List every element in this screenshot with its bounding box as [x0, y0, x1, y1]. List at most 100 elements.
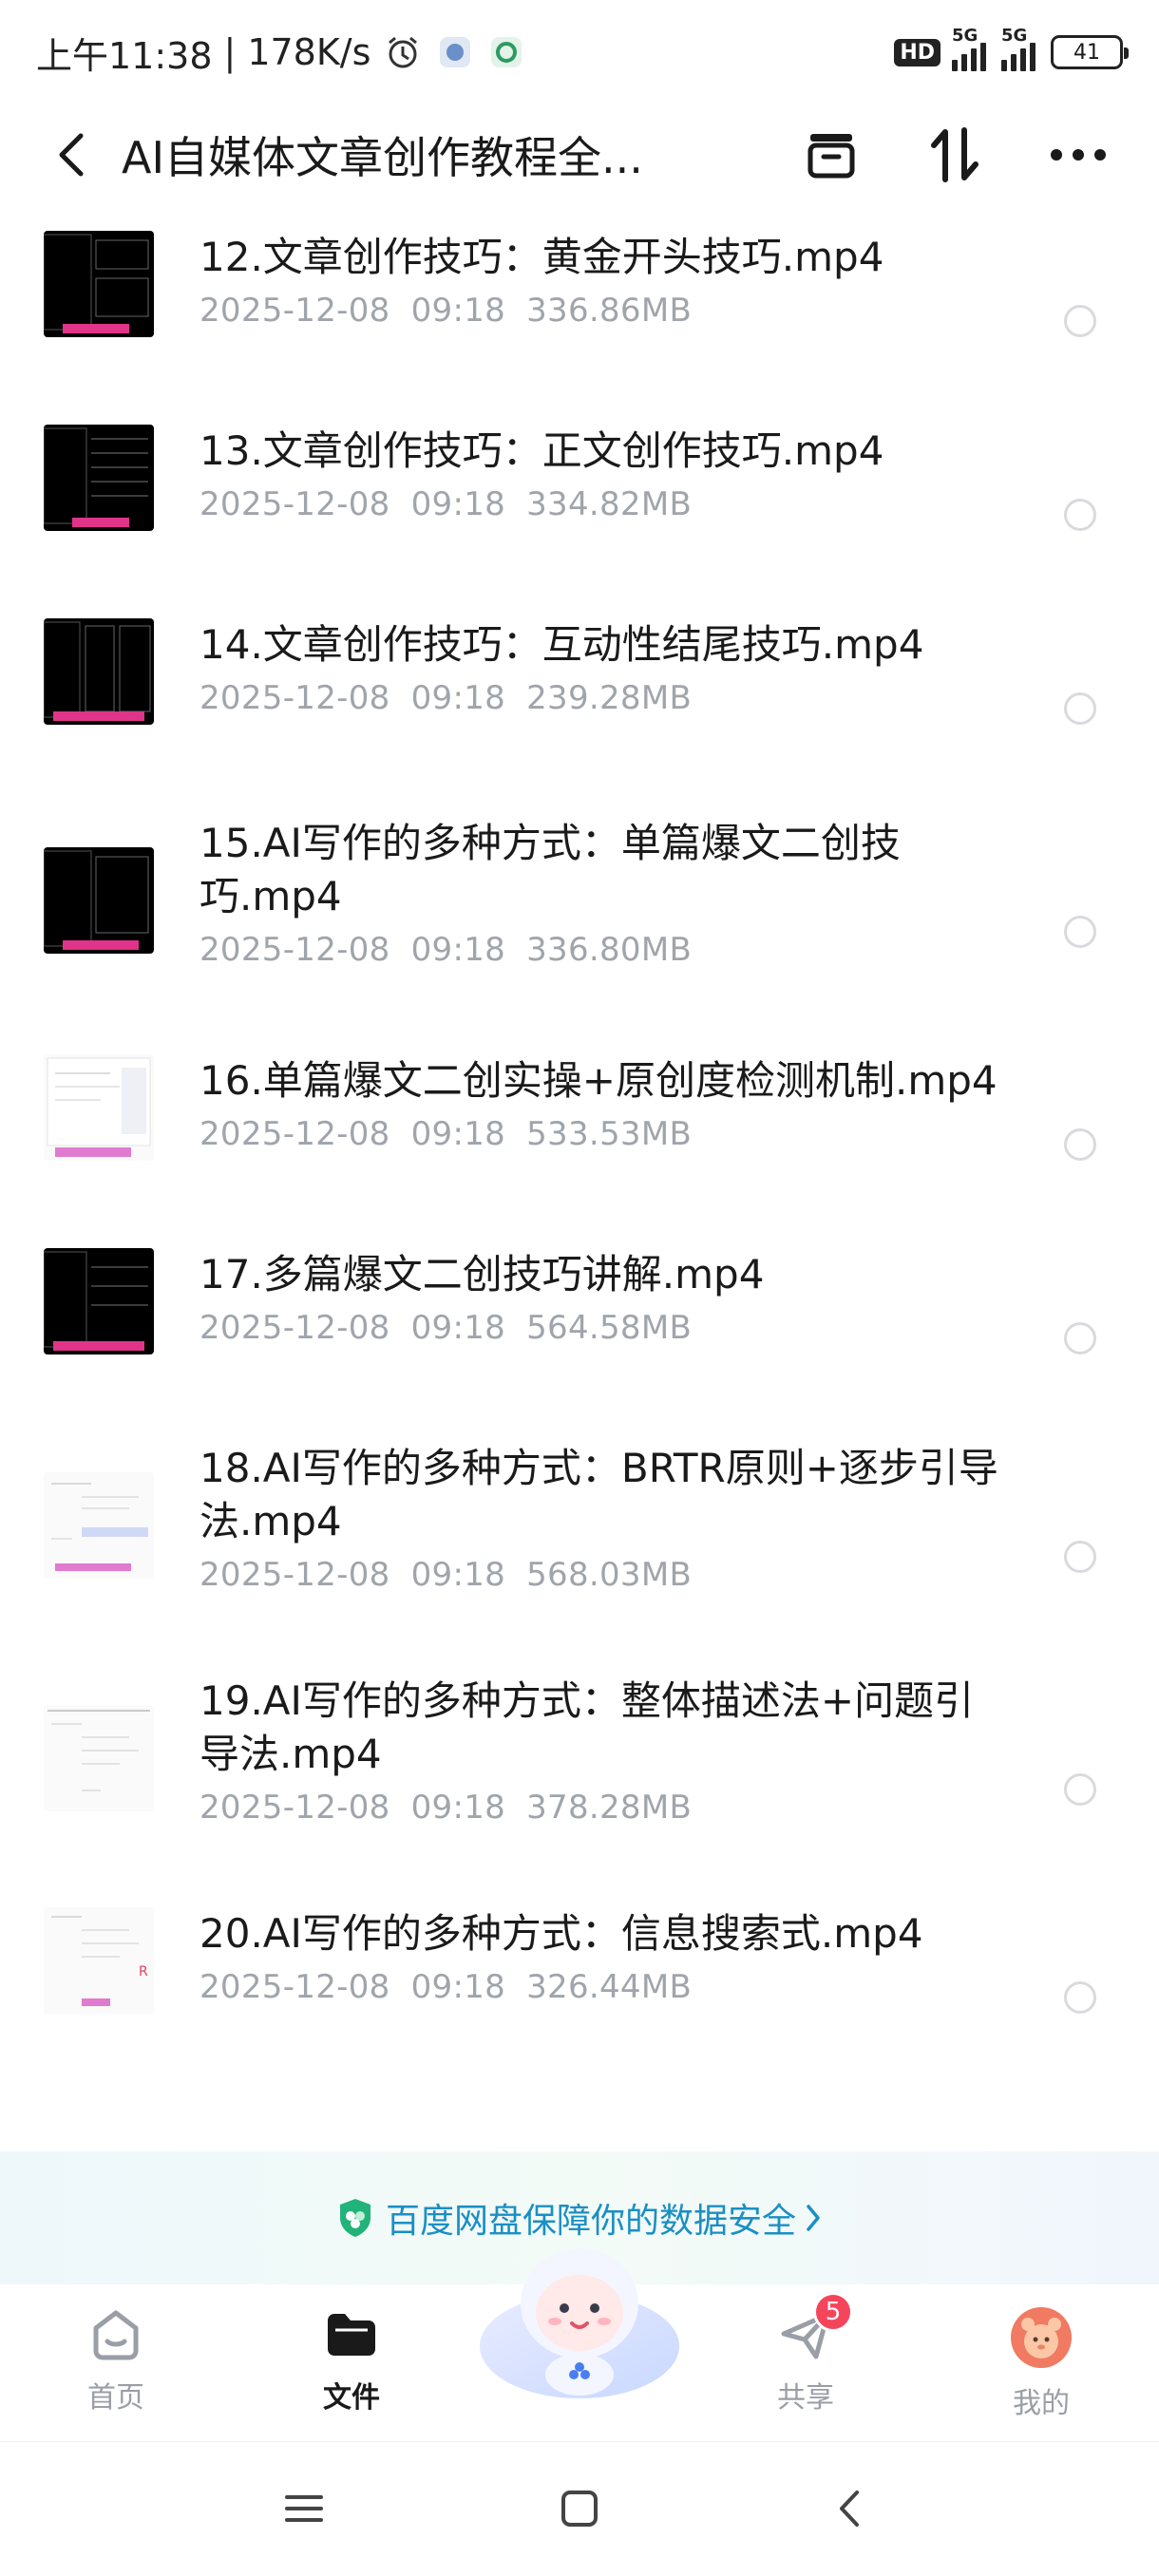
file-row[interactable]: 16.单篇爆文二创实操+原创度检测机制.mp4 2025-12-08 09:18 5…	[0, 1054, 1159, 1187]
archive-button[interactable]	[798, 122, 864, 188]
file-meta: 2025-12-08 09:18 336.86MB	[200, 292, 1007, 330]
status-right: HD 5G 5G 41	[894, 26, 1129, 71]
assistant-mascot-button[interactable]	[475, 2232, 684, 2413]
file-size: 533.53MB	[526, 1115, 693, 1153]
file-meta: 2025-12-08 09:18 378.28MB	[200, 1789, 1007, 1827]
file-text: 20.AI写作的多种方式：信息搜索式.mp4 2025-12-08 09:18 32…	[200, 1907, 1007, 2006]
hd-badge: HD	[894, 38, 940, 66]
select-radio[interactable]	[1064, 916, 1096, 948]
sort-icon	[931, 126, 978, 182]
status-bar: 上午11:38 | 178K/s HD 5G 5G 41	[0, 0, 1159, 104]
more-button[interactable]	[1045, 122, 1112, 188]
status-separator: |	[223, 31, 237, 73]
file-size: 239.28MB	[526, 679, 693, 717]
home-icon	[93, 2310, 139, 2360]
file-size: 336.80MB	[526, 931, 693, 969]
file-row[interactable]: 13.文章创作技巧：正文创作技巧.mp4 2025-12-08 09:18 334.…	[0, 425, 1159, 558]
file-date: 2025-12-08	[200, 1968, 390, 2006]
chevron-left-icon	[59, 133, 84, 176]
chevron-right-icon	[807, 2205, 820, 2231]
header: AI自媒体文章创作教程全...	[0, 104, 1159, 204]
file-name: 20.AI写作的多种方式：信息搜索式.mp4	[200, 1910, 923, 1957]
square-home-icon	[561, 2491, 598, 2527]
nav-label-me: 我的	[1013, 2387, 1070, 2420]
file-date: 2025-12-08	[200, 1115, 390, 1153]
video-thumbnail: R	[44, 1907, 154, 2014]
nav-item-share[interactable]: 5 共享	[749, 2292, 863, 2415]
video-thumbnail	[44, 618, 154, 725]
file-size: 568.03MB	[526, 1556, 693, 1594]
file-time: 09:18	[410, 1789, 506, 1827]
file-name: 17.多篇爆文二创技巧讲解.mp4	[200, 1251, 765, 1297]
file-meta: 2025-12-08 09:18 533.53MB	[200, 1115, 1007, 1153]
select-radio[interactable]	[1064, 1981, 1096, 2014]
file-row[interactable]: 18.AI写作的多种方式：BRTR原则+逐步引导法.mp4 2025-12-08…	[0, 1442, 1159, 1632]
nav-label-share: 共享	[777, 2381, 834, 2415]
file-name: 14.文章创作技巧：互动性结尾技巧.mp4	[200, 621, 924, 668]
video-thumbnail	[44, 231, 154, 337]
select-radio[interactable]	[1064, 692, 1096, 725]
file-row[interactable]: 15.AI写作的多种方式：单篇爆文二创技巧.mp4 2025-12-08 09:1…	[0, 817, 1159, 1007]
video-thumbnail	[44, 1248, 154, 1354]
select-radio[interactable]	[1064, 1128, 1096, 1161]
file-size: 334.82MB	[526, 485, 693, 523]
select-radio[interactable]	[1064, 305, 1096, 337]
header-actions	[798, 122, 1112, 188]
file-name: 19.AI写作的多种方式：整体描述法+问题引导法.mp4	[200, 1677, 975, 1777]
file-time: 09:18	[410, 1115, 506, 1153]
status-net-speed: 178K/s	[247, 31, 371, 73]
file-row[interactable]: 19.AI写作的多种方式：整体描述法+问题引导法.mp4 2025-12-08 0…	[0, 1675, 1159, 1865]
video-thumbnail	[44, 1472, 154, 1579]
avatar-icon	[1011, 2307, 1072, 2368]
file-row[interactable]: 14.文章创作技巧：互动性结尾技巧.mp4 2025-12-08 09:18 239…	[0, 618, 1159, 751]
more-icon	[1051, 148, 1106, 161]
system-back-button[interactable]	[817, 2480, 884, 2537]
nav-item-files[interactable]: 文件	[294, 2305, 408, 2415]
signal-icon-sim1: 5G	[952, 26, 990, 71]
file-text: 12.文章创作技巧：黄金开头技巧.mp4 2025-12-08 09:18 336.…	[200, 231, 1007, 330]
select-radio[interactable]	[1064, 1322, 1096, 1354]
back-button[interactable]	[38, 117, 104, 193]
select-radio[interactable]	[1064, 1541, 1096, 1573]
battery-icon: 41	[1051, 35, 1129, 69]
file-time: 09:18	[410, 292, 506, 330]
menu-button[interactable]	[271, 2480, 337, 2537]
file-row[interactable]: 17.多篇爆文二创技巧讲解.mp4 2025-12-08 09:18 564.58M…	[0, 1248, 1159, 1381]
file-meta: 2025-12-08 09:18 564.58MB	[200, 1309, 1007, 1347]
file-time: 09:18	[410, 1556, 506, 1594]
file-meta: 2025-12-08 09:18 568.03MB	[200, 1556, 1007, 1594]
file-meta: 2025-12-08 09:18 239.28MB	[200, 679, 1007, 717]
home-button[interactable]	[546, 2480, 613, 2537]
folder-icon	[328, 2314, 375, 2356]
file-text: 15.AI写作的多种方式：单篇爆文二创技巧.mp4 2025-12-08 09:1…	[200, 817, 1007, 969]
file-size: 336.86MB	[526, 292, 693, 330]
nav-item-home[interactable]: 首页	[59, 2305, 173, 2415]
file-name: 15.AI写作的多种方式：单篇爆文二创技巧.mp4	[200, 820, 901, 919]
status-left: 上午11:38 | 178K/s	[36, 27, 524, 79]
file-name: 13.文章创作技巧：正文创作技巧.mp4	[200, 427, 884, 474]
select-radio[interactable]	[1064, 499, 1096, 531]
share-badge: 5	[813, 2292, 853, 2332]
file-time: 09:18	[410, 931, 506, 969]
file-name: 12.文章创作技巧：黄金开头技巧.mp4	[200, 234, 884, 280]
file-text: 19.AI写作的多种方式：整体描述法+问题引导法.mp4 2025-12-08 0…	[200, 1675, 1007, 1827]
file-row[interactable]: 12.文章创作技巧：黄金开头技巧.mp4 2025-12-08 09:18 336.…	[0, 231, 1159, 364]
app-notification-icon-2	[491, 37, 522, 67]
nav-item-me[interactable]: 我的	[984, 2305, 1098, 2421]
file-meta: 2025-12-08 09:18 334.82MB	[200, 485, 1007, 523]
mascot-icon	[480, 2248, 679, 2398]
app-notification-icon	[440, 37, 471, 67]
sort-button[interactable]	[922, 122, 988, 188]
file-date: 2025-12-08	[200, 1789, 390, 1827]
file-time: 09:18	[410, 485, 506, 523]
file-time: 09:18	[410, 1309, 506, 1347]
select-radio[interactable]	[1064, 1773, 1096, 1806]
file-text: 16.单篇爆文二创实操+原创度检测机制.mp4 2025-12-08 09:18 5…	[200, 1054, 1007, 1153]
file-text: 18.AI写作的多种方式：BRTR原则+逐步引导法.mp4 2025-12-08…	[200, 1442, 1007, 1594]
file-size: 326.44MB	[526, 1968, 693, 2006]
file-row[interactable]: R 20.AI写作的多种方式：信息搜索式.mp4 2025-12-08 09:18…	[0, 1907, 1159, 2040]
file-date: 2025-12-08	[200, 1556, 390, 1594]
file-text: 14.文章创作技巧：互动性结尾技巧.mp4 2025-12-08 09:18 239…	[200, 618, 1007, 717]
file-name: 16.单篇爆文二创实操+原创度检测机制.mp4	[200, 1057, 998, 1104]
file-date: 2025-12-08	[200, 931, 390, 969]
